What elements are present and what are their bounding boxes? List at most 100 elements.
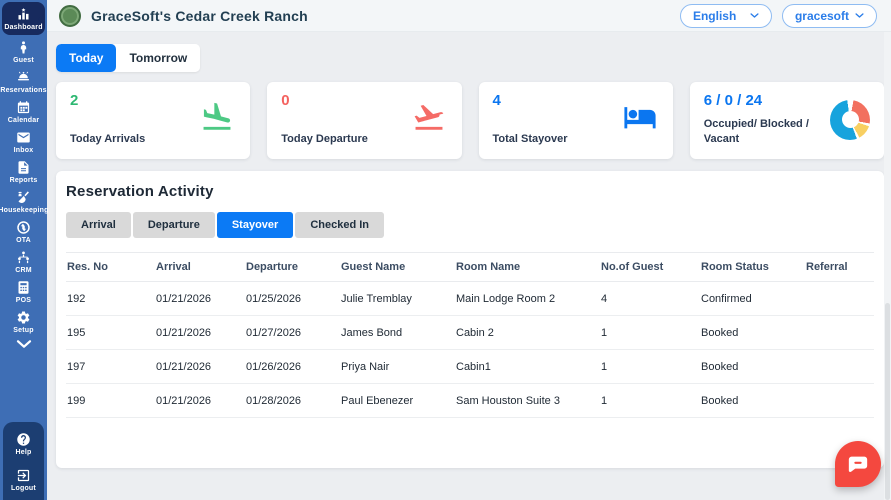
sidebar-item-help[interactable]: Help [3, 429, 44, 459]
sidebar-item-label: Logout [11, 485, 36, 492]
table-cell: Booked [701, 360, 739, 373]
sidebar: Dashboard Guest Reservations Calendar Inbox R… [0, 0, 48, 500]
table-cell: James Bond [341, 326, 403, 339]
column-header: Arrival [156, 261, 191, 273]
stat-card-total-stayover[interactable]: 4 Total Stayover [478, 82, 673, 159]
stat-value: 4 [492, 92, 501, 109]
table-cell: 192 [67, 292, 86, 305]
table-cell: 01/28/2026 [246, 394, 302, 407]
day-tab-group: Today Tomorrow [56, 44, 201, 72]
table-cell: 01/26/2026 [246, 360, 302, 373]
sidebar-item-inbox[interactable]: Inbox [0, 127, 47, 157]
tab-today[interactable]: Today [56, 44, 117, 72]
sidebar-item-pos[interactable]: POS [0, 277, 47, 307]
user-menu[interactable]: gracesoft [781, 3, 877, 28]
inbox-icon [17, 132, 30, 143]
sidebar-item-housekeeping[interactable]: Housekeeping [0, 187, 48, 217]
main-content: Today Tomorrow 2 Today Arrivals 0 Today Depa… [47, 32, 884, 500]
column-header: Res. No [67, 261, 108, 273]
sidebar-collapse-arrow[interactable] [38, 13, 44, 24]
table-cell: 01/21/2026 [156, 394, 212, 407]
tab-tomorrow[interactable]: Tomorrow [116, 44, 201, 72]
plane-landing-icon [203, 102, 231, 130]
setup-icon [17, 311, 30, 324]
stat-label: Occupied/ Blocked / Vacant [703, 118, 809, 146]
stat-card-today-arrivals[interactable]: 2 Today Arrivals [56, 82, 251, 159]
help-icon [17, 433, 30, 446]
page-title: GraceSoft's Cedar Creek Ranch [91, 7, 308, 24]
table-cell: Booked [701, 326, 739, 339]
column-header: Guest Name [341, 261, 406, 273]
table-row[interactable]: 195 01/21/2026 01/27/2026 James Bond Cabin 2… [66, 316, 874, 350]
stat-label: Today Arrivals [70, 133, 146, 146]
column-header: Departure [246, 261, 298, 273]
table-cell: 01/25/2026 [246, 292, 302, 305]
sidebar-item-label: Calendar [7, 117, 40, 124]
hotel-logo [59, 4, 81, 27]
pos-icon [18, 281, 29, 294]
stat-label: Total Stayover [492, 133, 568, 146]
language-select[interactable]: English [679, 3, 772, 28]
chevron-down-icon [16, 340, 31, 348]
dashboard-icon [18, 7, 29, 20]
bed-icon [624, 107, 656, 129]
sidebar-item-guest[interactable]: Guest [0, 37, 47, 67]
sidebar-item-label: Setup [13, 327, 34, 334]
table-row[interactable]: 192 01/21/2026 01/25/2026 Julie Tremblay Mai… [66, 282, 874, 316]
reports-icon [18, 161, 29, 174]
table-cell: 1 [601, 394, 608, 407]
table-cell: 197 [67, 360, 86, 373]
filter-arrival[interactable]: Arrival [66, 212, 131, 238]
chat-button[interactable] [835, 441, 881, 487]
table-cell: Julie Tremblay [341, 292, 412, 305]
table-cell: 4 [601, 292, 608, 305]
donut-chart-icon [830, 99, 870, 140]
reservation-activity-panel: Reservation Activity Arrival Departure Sta… [56, 171, 884, 468]
column-header: Room Status [701, 261, 769, 273]
guest-icon [20, 41, 27, 54]
sidebar-item-reservations[interactable]: Reservations [0, 67, 47, 97]
scrollbar-thumb[interactable] [885, 303, 890, 500]
sidebar-expand-chevron[interactable] [0, 337, 47, 353]
plane-takeoff-icon [410, 100, 448, 139]
stat-label: Today Departure [281, 133, 368, 146]
sidebar-item-ota[interactable]: OTA [0, 217, 47, 247]
sidebar-item-label: Inbox [13, 147, 34, 154]
housekeeping-icon [18, 191, 29, 203]
table-cell: Confirmed [701, 292, 752, 305]
reservations-table: Res. No Arrival Departure Guest Name Room Na… [66, 252, 874, 418]
table-row[interactable]: 199 01/21/2026 01/28/2026 Paul Ebenezer Sam … [66, 384, 874, 418]
table-cell: 199 [67, 394, 86, 407]
sidebar-item-setup[interactable]: Setup [0, 307, 47, 337]
stat-card-today-departure[interactable]: 0 Today Departure [267, 82, 462, 159]
table-cell: Cabin1 [456, 360, 491, 373]
sidebar-item-calendar[interactable]: Calendar [0, 97, 47, 127]
chat-bubble-icon [848, 456, 868, 472]
table-header-row: Res. No Arrival Departure Guest Name Room Na… [66, 252, 874, 282]
sidebar-item-label: Reservations [0, 87, 47, 94]
column-header: Room Name [456, 261, 521, 273]
table-cell: 01/21/2026 [156, 360, 212, 373]
crm-icon [18, 251, 29, 264]
sidebar-item-label: POS [15, 297, 32, 304]
user-name: gracesoft [794, 8, 849, 23]
sidebar-item-label: Help [15, 449, 32, 456]
filter-checked-in[interactable]: Checked In [295, 212, 384, 238]
sidebar-item-label: Dashboard [4, 24, 43, 31]
sidebar-item-label: OTA [16, 237, 31, 244]
sidebar-item-crm[interactable]: CRM [0, 247, 47, 277]
page-scrollbar[interactable] [884, 32, 891, 500]
activity-filters: Arrival Departure Stayover Checked In [66, 212, 874, 238]
sidebar-item-label: Guest [13, 57, 34, 64]
sidebar-footer: Help Logout [3, 422, 44, 500]
filter-stayover[interactable]: Stayover [216, 212, 294, 238]
top-header: GraceSoft's Cedar Creek Ranch English gr… [47, 0, 891, 32]
sidebar-item-reports[interactable]: Reports [0, 157, 47, 187]
table-row[interactable]: 197 01/21/2026 01/26/2026 Priya Nair Cabin1 1… [66, 350, 874, 384]
plane-landing-icon [198, 100, 236, 139]
sidebar-item-dashboard[interactable]: Dashboard [2, 2, 45, 35]
stat-card-occupied-blocked-vacant[interactable]: 6 / 0 / 24 Occupied/ Blocked / Vacant [689, 82, 884, 159]
filter-departure[interactable]: Departure [132, 212, 215, 238]
chevron-down-icon [855, 13, 864, 18]
sidebar-item-logout[interactable]: Logout [3, 465, 44, 495]
